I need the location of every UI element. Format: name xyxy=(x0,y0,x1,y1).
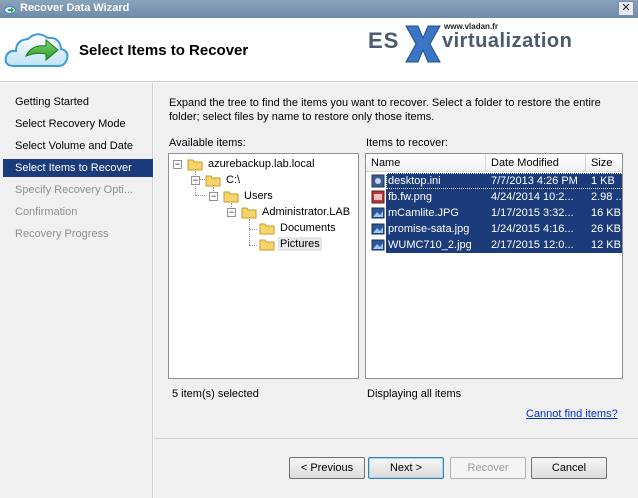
folder-icon xyxy=(259,239,275,251)
file-size: 12 KB xyxy=(591,239,621,251)
window-title: Recover Data Wizard xyxy=(20,2,130,14)
jpg-file-icon xyxy=(371,239,385,251)
close-button[interactable]: ✕ xyxy=(618,1,634,16)
file-size: 1 KB xyxy=(591,175,615,187)
items-to-recover-label: Items to recover: xyxy=(366,137,448,149)
title-bar: Recover Data Wizard ✕ xyxy=(0,0,638,18)
folder-icon xyxy=(241,207,257,219)
tree-node-drive-c[interactable]: − C:\ xyxy=(191,172,351,188)
tree-node-label: Users xyxy=(244,190,273,202)
folder-icon xyxy=(187,159,203,171)
tree-node-administrator[interactable]: − Administrator.LAB xyxy=(227,204,357,220)
recover-button: Recover xyxy=(450,457,526,479)
column-header-date-modified[interactable]: Date Modified xyxy=(486,154,586,172)
step-select-items-to-recover[interactable]: Select Items to Recover xyxy=(3,159,153,177)
collapse-icon[interactable]: − xyxy=(191,176,200,185)
close-icon: ✕ xyxy=(621,2,631,14)
brand-es: ES xyxy=(368,28,400,53)
file-size: 16 KB xyxy=(591,207,621,219)
step-select-volume-and-date[interactable]: Select Volume and Date xyxy=(3,137,153,155)
file-name: promise-sata.jpg xyxy=(388,223,470,235)
folder-icon xyxy=(205,175,221,187)
wizard-app-icon xyxy=(4,6,16,14)
file-modified: 4/24/2014 10:2... xyxy=(491,191,574,203)
list-item[interactable]: mCamlite.JPG 1/17/2015 3:32... 16 KB xyxy=(366,205,622,221)
step-getting-started[interactable]: Getting Started xyxy=(3,93,153,111)
main-content: Expand the tree to find the items you wa… xyxy=(154,83,638,438)
column-header-name[interactable]: Name xyxy=(366,154,486,172)
page-title: Select Items to Recover xyxy=(79,42,249,59)
cloud-recovery-icon xyxy=(4,33,69,67)
instructions-text: Expand the tree to find the items you wa… xyxy=(169,97,601,123)
jpg-file-icon xyxy=(371,223,385,235)
brand-x-icon xyxy=(405,25,441,63)
items-to-recover-list[interactable]: Name Date Modified Size desktop.ini 7/7/… xyxy=(365,153,623,379)
file-name: mCamlite.JPG xyxy=(388,207,459,219)
list-item[interactable]: fb.fw.png 4/24/2014 10:2... 2.98 ... xyxy=(366,189,623,205)
file-name: WUMC710_2.jpg xyxy=(388,239,472,251)
brand-logo: www.vladan.fr ES virtualization xyxy=(368,22,638,68)
tree-node-users[interactable]: − Users xyxy=(209,188,349,204)
available-items-tree[interactable]: − azurebackup.lab.local − C:\ − Users − … xyxy=(168,153,359,379)
list-item[interactable]: WUMC710_2.jpg 2/17/2015 12:0... 12 KB xyxy=(366,237,622,253)
file-modified: 2/17/2015 12:0... xyxy=(491,239,574,251)
jpg-file-icon xyxy=(371,207,385,219)
tree-node-label: Administrator.LAB xyxy=(262,206,351,218)
list-item[interactable]: desktop.ini 7/7/2013 4:26 PM 1 KB xyxy=(366,173,622,189)
wizard-header: Select Items to Recover www.vladan.fr ES… xyxy=(0,18,638,82)
file-size: 2.98 ... xyxy=(591,191,623,203)
tree-node-label: Documents xyxy=(280,222,336,234)
tree-node-label: Pictures xyxy=(278,237,322,251)
file-modified: 7/7/2013 4:26 PM xyxy=(491,175,578,187)
wizard-steps: Getting Started Select Recovery Mode Sel… xyxy=(0,83,153,498)
folder-icon xyxy=(223,191,239,203)
step-select-recovery-mode[interactable]: Select Recovery Mode xyxy=(3,115,153,133)
tree-node-label: azurebackup.lab.local xyxy=(208,158,315,170)
png-file-icon xyxy=(371,190,385,204)
collapse-icon[interactable]: − xyxy=(173,160,182,169)
tree-node-documents[interactable]: Documents xyxy=(245,220,355,236)
step-recovery-progress: Recovery Progress xyxy=(15,228,109,240)
file-modified: 1/17/2015 3:32... xyxy=(491,207,574,219)
list-item[interactable]: promise-sata.jpg 1/24/2015 4:16... 26 KB xyxy=(366,221,622,237)
folder-icon xyxy=(259,223,275,235)
step-confirmation: Confirmation xyxy=(15,206,78,218)
brand-virtualization: virtualization xyxy=(442,30,573,52)
collapse-icon[interactable]: − xyxy=(227,208,236,217)
display-status: Displaying all items xyxy=(367,388,462,400)
tree-node-server[interactable]: − azurebackup.lab.local xyxy=(173,156,353,172)
file-size: 26 KB xyxy=(591,223,621,235)
cancel-button[interactable]: Cancel xyxy=(531,457,607,479)
tree-node-label: C:\ xyxy=(226,174,241,186)
file-name: desktop.ini xyxy=(388,175,441,187)
step-specify-recovery-options: Specify Recovery Opti... xyxy=(15,184,133,196)
next-button[interactable]: Next > xyxy=(368,457,444,479)
previous-button[interactable]: < Previous xyxy=(289,457,365,479)
tree-node-pictures[interactable]: Pictures xyxy=(245,236,355,252)
file-modified: 1/24/2015 4:16... xyxy=(491,223,574,235)
available-items-label: Available items: xyxy=(169,137,246,149)
selected-count: 5 item(s) selected xyxy=(172,388,259,400)
ini-file-icon xyxy=(371,174,385,188)
collapse-icon[interactable]: − xyxy=(209,192,218,201)
cannot-find-items-link[interactable]: Cannot find items? xyxy=(526,408,618,420)
column-header-size[interactable]: Size xyxy=(586,154,622,172)
wizard-footer: < Previous Next > Recover Cancel xyxy=(154,438,638,498)
file-name: fb.fw.png xyxy=(388,191,433,203)
